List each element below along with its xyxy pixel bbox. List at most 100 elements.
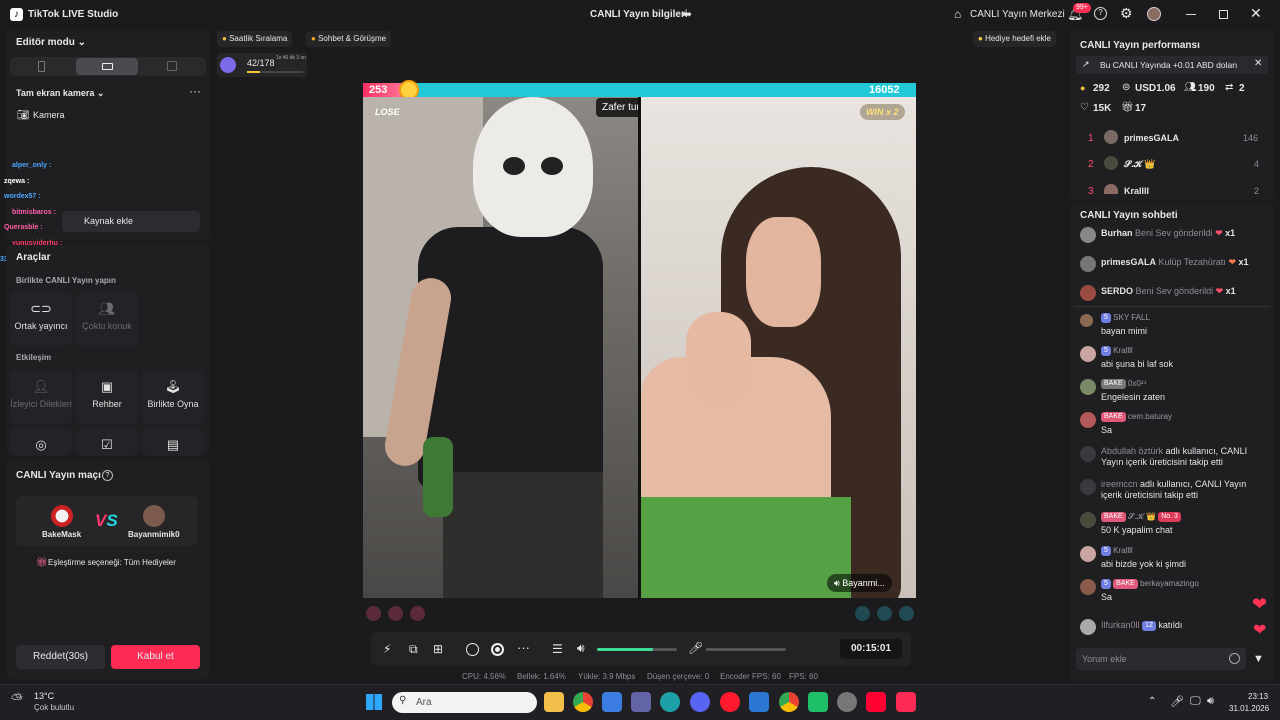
tool-button[interactable]: ◎ [10, 428, 72, 456]
magic-wand-icon[interactable]: ⚡︎ [383, 642, 391, 656]
chrome-icon[interactable] [779, 692, 799, 712]
chat-text: abi şuna bi laf sok [1101, 359, 1174, 369]
overlay-chat-name: zqewa : [4, 178, 30, 185]
opera-icon[interactable] [720, 692, 740, 712]
filter-icon[interactable]: ▼ [1253, 653, 1264, 665]
maximize-icon[interactable] [1219, 10, 1228, 19]
close-icon[interactable]: ✕ [1250, 5, 1262, 22]
edge-icon[interactable] [660, 692, 680, 712]
more-icon[interactable]: ··· [189, 84, 201, 98]
clock-date[interactable]: 31.01.2026 [1229, 704, 1269, 713]
guest-seat-icon[interactable] [899, 606, 914, 621]
interaction-title: Etkileşim [16, 353, 52, 362]
heart-gift-icon: ❤ [1215, 228, 1223, 238]
accept-button[interactable]: Kabul et [111, 645, 200, 669]
reject-button[interactable]: Reddet(30s) [16, 645, 105, 669]
live-center-link[interactable]: CANLI Yayın Merkezi [970, 9, 1065, 20]
tray-chevron-icon[interactable]: ⌃ [1148, 696, 1156, 707]
weather-icon[interactable]: ⛅︎ [11, 691, 23, 708]
volume-slider[interactable] [597, 648, 677, 651]
gift-text: Kulüp Tezahüratı [1158, 257, 1226, 267]
taskbar-search[interactable] [392, 692, 537, 713]
microphone-icon[interactable]: 🎤︎ [688, 641, 703, 655]
chat-text: 50 K yapalim chat [1101, 525, 1173, 535]
guest-seat-icon[interactable] [388, 606, 403, 621]
close-icon[interactable]: ✕ [1254, 58, 1262, 69]
player1-name: BakeMask [42, 530, 82, 539]
emoji-icon[interactable] [1229, 653, 1240, 664]
discord-icon[interactable] [690, 692, 710, 712]
avatar[interactable] [1147, 7, 1161, 21]
versus-icon: VS [95, 511, 118, 530]
green-chair-shape [423, 437, 453, 517]
record-icon[interactable] [466, 643, 479, 656]
share-icon[interactable]: ➦ [682, 7, 692, 21]
landscape-icon [102, 63, 113, 70]
layout-icon[interactable]: ⊞ [433, 642, 443, 656]
file-explorer-icon[interactable] [544, 692, 564, 712]
gift-goal-button[interactable]: ● Hediye hedefi ekle [973, 31, 1056, 47]
minimize-icon[interactable] [1186, 14, 1196, 15]
teams-icon[interactable] [631, 692, 651, 712]
rank-name[interactable]: primesGALA [1124, 133, 1179, 143]
rank-name[interactable]: Krallll [1124, 186, 1149, 196]
microphone-icon[interactable]: 🎤︎ [1170, 695, 1184, 708]
effects-icon[interactable]: ⧉ [409, 642, 418, 657]
more-icon[interactable]: ··· [517, 640, 530, 655]
windows-start-icon[interactable] [366, 694, 382, 710]
tool-button[interactable]: ☑ [76, 428, 138, 456]
guest-seat-icon[interactable] [366, 606, 381, 621]
taskbar-search-text: Ara [416, 697, 432, 708]
avatar [1080, 412, 1096, 428]
chrome-icon[interactable] [573, 692, 593, 712]
editor-mode-dropdown[interactable]: Editör modu ⌄ [16, 37, 86, 48]
viewer-wishes-button[interactable]: 👤︎ İzleyici Dilekleri [10, 370, 72, 424]
shorts-shape [443, 472, 603, 598]
home-icon[interactable]: ⌂ [954, 7, 961, 21]
gift-icon: 🎁︎ [1121, 102, 1134, 113]
camera-source[interactable]: Kamera [33, 110, 65, 120]
hourly-rank-chip[interactable]: ● Saatlik Sıralama [217, 31, 293, 47]
avatar [1080, 227, 1096, 243]
stream-info-title[interactable]: CANLI Yayın bilgileri [590, 9, 688, 20]
guest-seat-icon[interactable] [410, 606, 425, 621]
guest-seat-icon[interactable] [877, 606, 892, 621]
guide-button[interactable]: ▣ Rehber [76, 370, 138, 424]
volume-icon[interactable]: 🔊︎ [1207, 695, 1214, 708]
network-icon[interactable]: 🖵︎ [1190, 695, 1201, 708]
help-icon[interactable]: ? [102, 470, 113, 481]
gift-sender: SERDO [1101, 286, 1134, 296]
match-option[interactable]: Eşleştirme seçeneği: Tüm Hediyeler [48, 558, 176, 567]
tool-button[interactable]: ▤ [142, 428, 204, 456]
rank-name[interactable]: 𝓢.𝓚 👑 [1124, 159, 1156, 170]
multi-guest-button[interactable]: 👥︎ Çoklu konuk [76, 292, 138, 346]
settings-sliders-icon[interactable]: ☰ [552, 642, 563, 656]
clock-time[interactable]: 23:13 [1248, 692, 1268, 701]
scene-dropdown[interactable]: Tam ekran kamera ⌄ [16, 88, 104, 99]
guide-label: Rehber [92, 399, 122, 409]
app-icon[interactable] [837, 692, 857, 712]
youtube-icon[interactable] [866, 692, 886, 712]
mic-slider[interactable] [706, 648, 786, 651]
heart-icon: ❤ [1253, 622, 1267, 639]
guest-seat-icon[interactable] [855, 606, 870, 621]
rank-score: 146 [1243, 133, 1259, 143]
volume-icon[interactable]: 🔊︎ [577, 641, 585, 656]
rank-number: 1 [1088, 133, 1094, 144]
live-toggle-icon[interactable] [491, 643, 504, 656]
gear-icon[interactable]: ⚙ [1120, 5, 1133, 22]
coins-value: 292 [1093, 83, 1110, 94]
mail-icon[interactable] [749, 692, 769, 712]
tiktok-icon[interactable] [896, 692, 916, 712]
cohost-button[interactable]: ⊂⊃ Ortak yayıncı [10, 292, 72, 346]
add-source-button[interactable]: Kaynak ekle [62, 211, 200, 232]
help-icon[interactable]: ? [1094, 7, 1107, 20]
chat-meet-label: Sohbet & Görüşme [318, 34, 387, 43]
play-together-button[interactable]: 🕹︎ Birlikte Oyna [142, 370, 204, 424]
chat-meet-chip[interactable]: ● Sohbet & Görüşme [306, 31, 392, 47]
split-layout-button[interactable] [167, 61, 177, 71]
app-icon[interactable] [602, 692, 622, 712]
app-icon[interactable] [808, 692, 828, 712]
usd-value: USD1.06 [1135, 83, 1176, 94]
portrait-layout-button[interactable] [38, 61, 45, 72]
